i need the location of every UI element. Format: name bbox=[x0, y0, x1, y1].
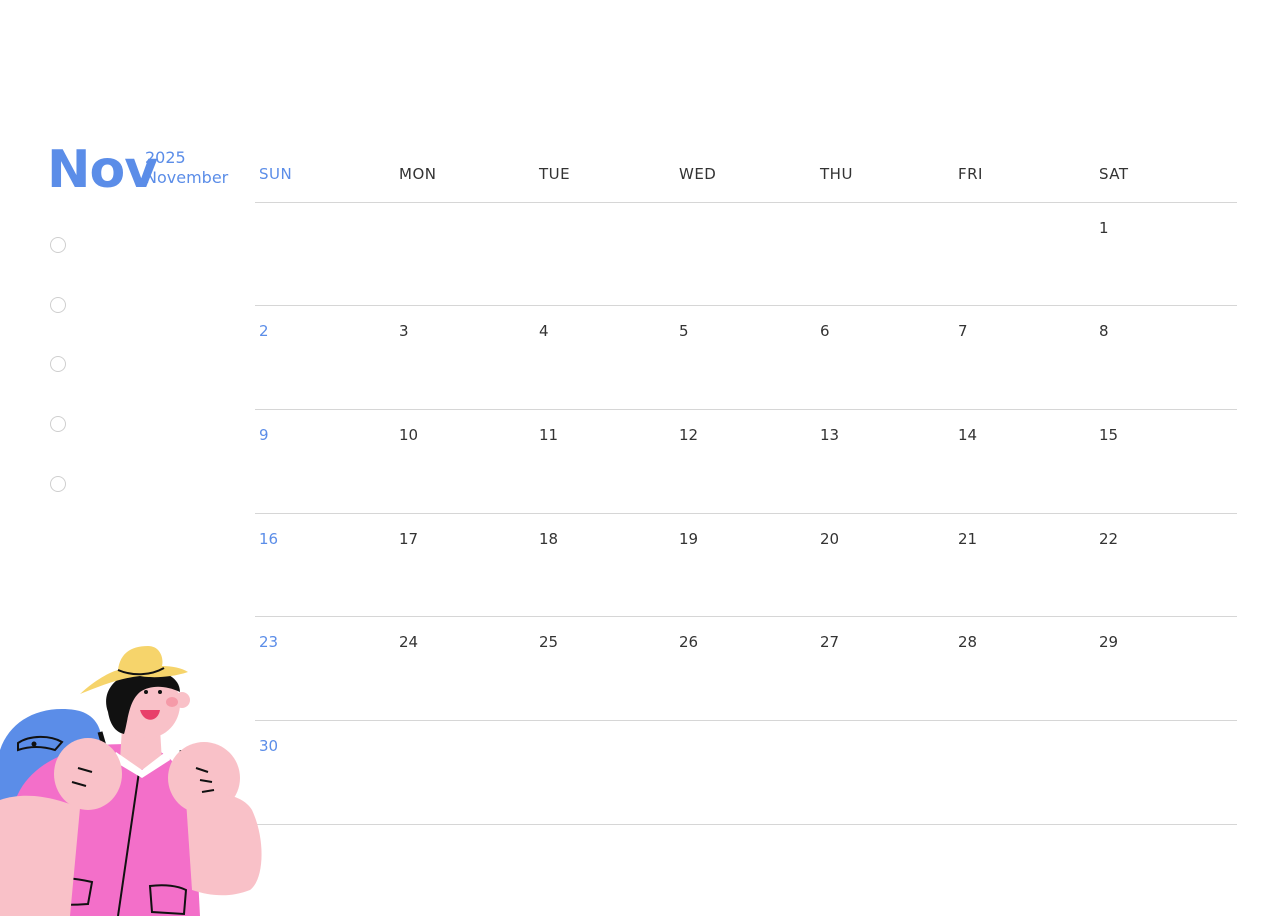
month-name: November bbox=[145, 168, 229, 187]
weekday-thu: THU bbox=[820, 165, 853, 183]
grid-line bbox=[255, 305, 1237, 306]
day-cell[interactable]: 4 bbox=[539, 322, 549, 340]
day-cell[interactable]: 1 bbox=[1099, 219, 1109, 237]
day-cell[interactable]: 16 bbox=[259, 530, 278, 548]
weekday-wed: WED bbox=[679, 165, 717, 183]
day-cell[interactable]: 22 bbox=[1099, 530, 1118, 548]
day-cell[interactable]: 18 bbox=[539, 530, 558, 548]
weekday-sat: SAT bbox=[1099, 165, 1129, 183]
day-cell[interactable]: 24 bbox=[399, 633, 418, 651]
day-cell[interactable]: 15 bbox=[1099, 426, 1118, 444]
checkbox-1[interactable] bbox=[50, 237, 66, 253]
checkbox-2[interactable] bbox=[50, 297, 66, 313]
month-abbreviation: Nov bbox=[47, 140, 158, 200]
day-cell[interactable]: 26 bbox=[679, 633, 698, 651]
day-cell[interactable]: 20 bbox=[820, 530, 839, 548]
day-cell[interactable]: 9 bbox=[259, 426, 269, 444]
grid-line bbox=[255, 824, 1237, 825]
day-cell[interactable]: 5 bbox=[679, 322, 689, 340]
day-cell[interactable]: 3 bbox=[399, 322, 409, 340]
weekday-fri: FRI bbox=[958, 165, 983, 183]
day-cell[interactable]: 7 bbox=[958, 322, 968, 340]
day-cell[interactable]: 8 bbox=[1099, 322, 1109, 340]
grid-line bbox=[255, 202, 1237, 203]
backpack-dot bbox=[31, 741, 37, 747]
hand-left bbox=[54, 738, 122, 810]
day-cell[interactable]: 19 bbox=[679, 530, 698, 548]
checkbox-3[interactable] bbox=[50, 356, 66, 372]
cheek-shape bbox=[166, 697, 178, 707]
day-cell[interactable]: 2 bbox=[259, 322, 269, 340]
day-cell[interactable]: 21 bbox=[958, 530, 977, 548]
grid-line bbox=[255, 513, 1237, 514]
grid-line bbox=[255, 616, 1237, 617]
eye-left bbox=[144, 690, 148, 694]
weekday-sun: SUN bbox=[259, 165, 293, 183]
weekday-tue: TUE bbox=[539, 165, 571, 183]
day-cell[interactable]: 11 bbox=[539, 426, 558, 444]
day-cell[interactable]: 27 bbox=[820, 633, 839, 651]
year-label: 2025 bbox=[145, 148, 186, 167]
day-cell[interactable]: 12 bbox=[679, 426, 698, 444]
day-cell[interactable]: 28 bbox=[958, 633, 977, 651]
day-cell[interactable]: 29 bbox=[1099, 633, 1118, 651]
day-cell[interactable]: 17 bbox=[399, 530, 418, 548]
eye-right bbox=[158, 690, 162, 694]
hiker-illustration bbox=[0, 646, 262, 916]
arm-right bbox=[186, 793, 262, 896]
checkbox-4[interactable] bbox=[50, 416, 66, 432]
weekday-mon: MON bbox=[399, 165, 437, 183]
day-cell[interactable]: 14 bbox=[958, 426, 977, 444]
day-cell[interactable]: 6 bbox=[820, 322, 830, 340]
grid-line bbox=[255, 720, 1237, 721]
day-cell[interactable]: 10 bbox=[399, 426, 418, 444]
day-cell[interactable]: 25 bbox=[539, 633, 558, 651]
grid-line bbox=[255, 409, 1237, 410]
day-cell[interactable]: 13 bbox=[820, 426, 839, 444]
arm-left bbox=[0, 795, 80, 916]
checkbox-5[interactable] bbox=[50, 476, 66, 492]
